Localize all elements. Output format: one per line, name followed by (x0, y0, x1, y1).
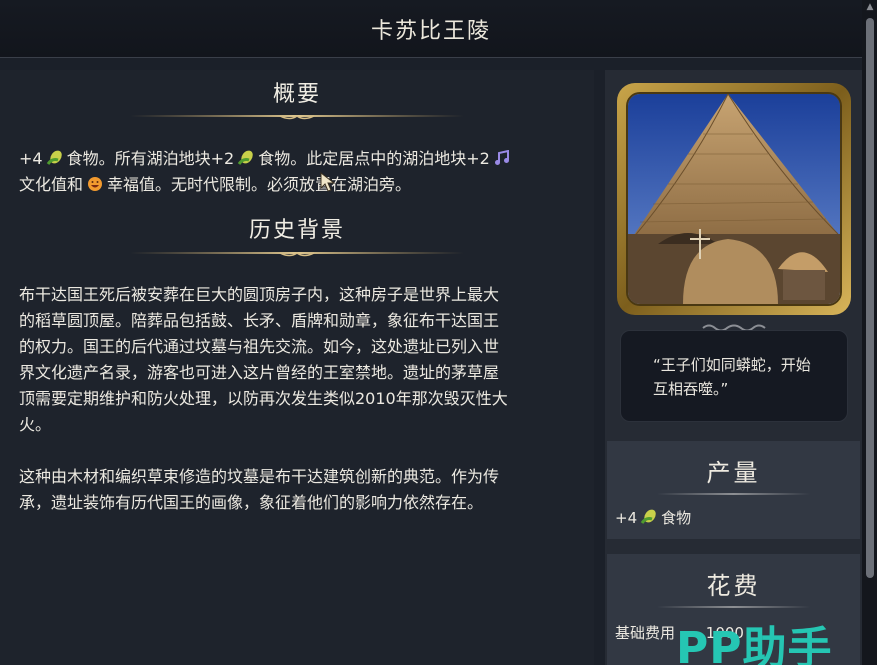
history-divider (130, 252, 464, 257)
overview-heading: 概要 (272, 82, 321, 107)
overview-line-2: 文化值和 幸福值。无时代限制。必须放置在湖泊旁。 (19, 175, 412, 194)
kasubi-tombs-illustration (626, 92, 842, 306)
wonder-portrait-frame (617, 83, 851, 315)
corn-food-icon (237, 150, 253, 165)
mouse-cursor-icon (320, 172, 336, 192)
scrollbar[interactable]: ▲ (862, 0, 877, 665)
music-note-culture-icon (494, 150, 509, 165)
history-line: 的权力。国王的后代通过坟墓与祖先交流。如今，这处遗址已列入世 (19, 337, 500, 356)
history-line: 这种由木材和编织草束修造的坟墓是布干达建筑创新的典范。作为传 (19, 467, 500, 486)
history-line: 布干达国王死后被安葬在巨大的圆顶房子内，这种房子是世界上最大 (19, 285, 500, 304)
history-line: 界文化遗产名录，游客也可进入这片曾经的王室禁地。遗址的茅草屋 (19, 363, 500, 382)
history-line: 承，遗址装饰有历代国王的画像，象征着他们的影响力依然存在。 (19, 493, 484, 512)
history-line: 顶需要定期维护和防火处理，以防再次发生类似2010年那次毁灭性大 (19, 389, 508, 408)
overview-divider (130, 115, 464, 120)
scroll-up-icon[interactable]: ▲ (865, 2, 875, 12)
history-line: 火。 (19, 415, 52, 434)
title-bar: 卡苏比王陵 (0, 0, 862, 58)
corn-food-icon (640, 509, 656, 524)
history-paragraph-2: 这种由木材和编织草束修造的坟墓是布干达建筑创新的典范。作为传 承，遗址装饰有历代… (19, 464, 579, 516)
production-row: +4 食物 (615, 509, 692, 527)
overview-text: +4 食物。所有湖泊地块+2 食物。此定居点中的湖泊地块+2 文化值和 幸福值。无时代… (19, 146, 579, 198)
history-heading: 历史背景 (248, 218, 345, 243)
page-title: 卡苏比王陵 (370, 18, 491, 44)
corn-food-icon (46, 150, 62, 165)
history-line: 的稻草圆顶屋。陪葬品包括鼓、长矛、盾牌和勋章，象征布干达国王 (19, 311, 500, 330)
cost-heading: 花费 (706, 572, 761, 600)
wonder-quote: “王子们如同蟒蛇，开始 互相吞噬。” (653, 356, 811, 398)
watermark-logo: PP助手 (676, 623, 833, 665)
production-heading: 产量 (706, 459, 761, 487)
overview-line-1: +4 食物。所有湖泊地块+2 食物。此定居点中的湖泊地块+2 (19, 146, 579, 172)
cost-divider (657, 606, 810, 608)
quote-box: “王子们如同蟒蛇，开始 互相吞噬。” (620, 330, 848, 422)
production-divider (657, 493, 810, 495)
smiley-happiness-icon (88, 177, 103, 191)
history-paragraph-1: 布干达国王死后被安葬在巨大的圆顶房子内，这种房子是世界上最大 的稻草圆顶屋。陪葬… (19, 282, 579, 438)
production-card: 产量 +4 食物 (607, 441, 860, 539)
scroll-thumb[interactable] (866, 18, 874, 578)
